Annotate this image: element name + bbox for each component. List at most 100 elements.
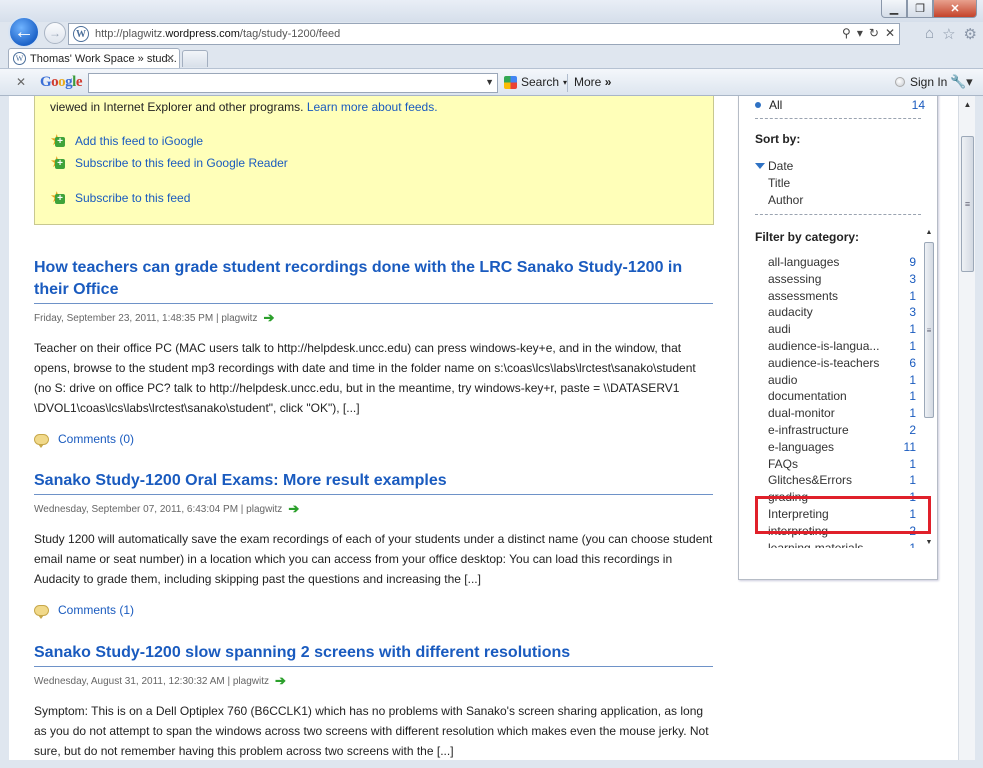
comment-bubble-icon xyxy=(34,604,49,619)
divider xyxy=(755,118,921,119)
tab-active[interactable]: W Thomas' Work Space » stud... ✕ xyxy=(8,48,180,68)
category-name: audio xyxy=(768,372,798,387)
sort-author[interactable]: Author xyxy=(768,193,803,207)
new-tab-button[interactable] xyxy=(182,50,208,67)
category-item[interactable]: audi 1 xyxy=(755,321,919,338)
sort-title[interactable]: Title xyxy=(768,176,790,190)
maximize-button[interactable]: ❐ xyxy=(907,0,933,18)
category-name: Glitches&Errors xyxy=(768,473,853,488)
subscribe-feed-link[interactable]: ★+ Subscribe to this feed xyxy=(50,190,190,206)
scroll-up-icon[interactable]: ▲ xyxy=(923,229,935,239)
category-item[interactable]: documentation 1 xyxy=(755,388,919,405)
post-title-link[interactable]: How teachers can grade student recording… xyxy=(34,257,713,301)
post-title-link[interactable]: Sanako Study-1200 Oral Exams: More resul… xyxy=(34,470,713,492)
category-item[interactable]: Glitches&Errors 1 xyxy=(755,472,919,489)
filter-all[interactable]: All 14 xyxy=(755,98,925,112)
category-count: 6 xyxy=(909,355,916,370)
forward-button[interactable]: → xyxy=(44,22,66,44)
category-name: assessments xyxy=(768,288,839,303)
post-body: Symptom: This is on a Dell Optiplex 760 … xyxy=(34,704,709,758)
category-count: 1 xyxy=(909,540,916,548)
feed-post: Sanako Study-1200 Oral Exams: More resul… xyxy=(34,470,713,619)
category-item[interactable]: dual-monitor 1 xyxy=(755,405,919,422)
wordpress-favicon-icon: W xyxy=(73,26,89,42)
category-name: all-languages xyxy=(768,255,840,269)
category-item[interactable]: learning-materials 1 xyxy=(755,540,919,548)
go-arrow-icon[interactable]: ➔ xyxy=(288,501,299,517)
favorites-star-icon[interactable]: ☆ xyxy=(942,25,955,43)
post-meta: Friday, September 23, 2011, 1:48:35 PM |… xyxy=(34,310,275,326)
category-item[interactable]: audio 1 xyxy=(755,372,919,389)
add-to-igoogle-link[interactable]: ★+ Add this feed to iGoogle xyxy=(50,133,203,149)
home-icon[interactable]: ⌂ xyxy=(925,25,934,43)
category-count: 11 xyxy=(903,439,916,454)
address-bar[interactable]: W http://plagwitz.wordpress.com/tag/stud… xyxy=(68,23,900,45)
category-item[interactable]: all-languages 9 xyxy=(755,254,919,271)
divider xyxy=(34,303,713,304)
category-item[interactable]: assessing 3 xyxy=(755,271,919,288)
chevron-down-icon[interactable]: ▼ xyxy=(485,77,494,87)
dropdown-arrow-icon[interactable]: ▾ xyxy=(857,26,863,40)
refresh-icon[interactable]: ↻ xyxy=(869,26,879,40)
category-item[interactable]: audience-is-teachers 6 xyxy=(755,355,919,372)
tab-close-icon[interactable]: ✕ xyxy=(166,52,175,65)
comment-bubble-icon xyxy=(34,433,49,448)
scroll-down-icon[interactable]: ▼ xyxy=(923,539,935,549)
category-item[interactable]: e-infrastructure 2 xyxy=(755,422,919,439)
google-search-button[interactable]: Search ▾ xyxy=(504,75,567,89)
post-title-link[interactable]: Sanako Study-1200 slow spanning 2 screen… xyxy=(34,642,713,664)
page-scrollbar[interactable]: ▲ ≡ xyxy=(958,96,975,760)
divider xyxy=(34,666,713,667)
more-button[interactable]: More » xyxy=(574,75,611,89)
learn-more-link[interactable]: Learn more about feeds. xyxy=(307,100,438,114)
bullet-icon xyxy=(755,102,761,108)
scroll-thumb[interactable]: ≡ xyxy=(924,242,934,418)
scroll-thumb[interactable]: ≡ xyxy=(961,136,974,272)
category-count: 1 xyxy=(909,473,916,488)
sort-date[interactable]: Date xyxy=(768,159,793,173)
category-name: FAQs xyxy=(768,456,799,471)
address-url[interactable]: http://plagwitz.wordpress.com/tag/study-… xyxy=(95,28,340,40)
divider xyxy=(755,214,921,215)
forward-arrow-icon: → xyxy=(49,26,61,40)
go-arrow-icon[interactable]: ➔ xyxy=(263,310,274,326)
user-icon xyxy=(895,77,905,87)
category-item[interactable]: audacity 3 xyxy=(755,304,919,321)
comments-link[interactable]: Comments (1) xyxy=(34,603,713,619)
back-arrow-icon: ← xyxy=(14,20,34,43)
wrench-icon[interactable]: 🔧▾ xyxy=(950,74,973,90)
category-count: 1 xyxy=(909,338,916,353)
category-count: 1 xyxy=(909,406,916,421)
close-window-button[interactable]: ✕ xyxy=(933,0,977,18)
category-name: dual-monitor xyxy=(768,406,835,421)
subscribe-google-reader-link[interactable]: ★+ Subscribe to this feed in Google Read… xyxy=(50,155,288,171)
comments-link[interactable]: Comments (0) xyxy=(34,432,713,448)
category-count: 1 xyxy=(909,389,916,404)
post-body: Teacher on their office PC (MAC users ta… xyxy=(34,341,696,415)
gear-icon[interactable]: ⚙ xyxy=(964,25,977,43)
category-item[interactable]: FAQs 1 xyxy=(755,456,919,473)
category-count: 1 xyxy=(909,288,916,303)
google-search-input[interactable]: ▼ xyxy=(88,73,498,93)
back-button[interactable]: ← xyxy=(8,16,40,48)
divider xyxy=(34,494,713,495)
close-toolbar-icon[interactable]: ✕ xyxy=(16,75,26,89)
category-item[interactable]: audience-is-langua... 1 xyxy=(755,338,919,355)
category-name: assessing xyxy=(768,271,822,286)
search-icon[interactable]: ⚲ xyxy=(842,26,851,40)
add-feed-icon: ★+ xyxy=(50,155,66,171)
go-arrow-icon[interactable]: ➔ xyxy=(275,673,286,689)
category-item[interactable]: assessments 1 xyxy=(755,288,919,305)
category-name: audience-is-teachers xyxy=(768,355,880,370)
sign-in-button[interactable]: Sign In xyxy=(895,75,947,89)
sort-heading: Sort by: xyxy=(755,132,801,146)
category-item[interactable]: e-languages 11 xyxy=(755,439,919,456)
stop-icon[interactable]: ✕ xyxy=(885,26,895,40)
category-count: 1 xyxy=(909,456,916,471)
google-toolbar: ✕ Google ▼ Search ▾ More » Sign In 🔧▾ xyxy=(0,68,983,96)
post-meta: Wednesday, September 07, 2011, 6:43:04 P… xyxy=(34,501,300,517)
minimize-button[interactable]: ▁ xyxy=(881,0,907,18)
scroll-up-icon[interactable]: ▲ xyxy=(959,96,976,113)
add-feed-icon: ★+ xyxy=(50,133,66,149)
category-name: learning-materials xyxy=(768,540,864,548)
